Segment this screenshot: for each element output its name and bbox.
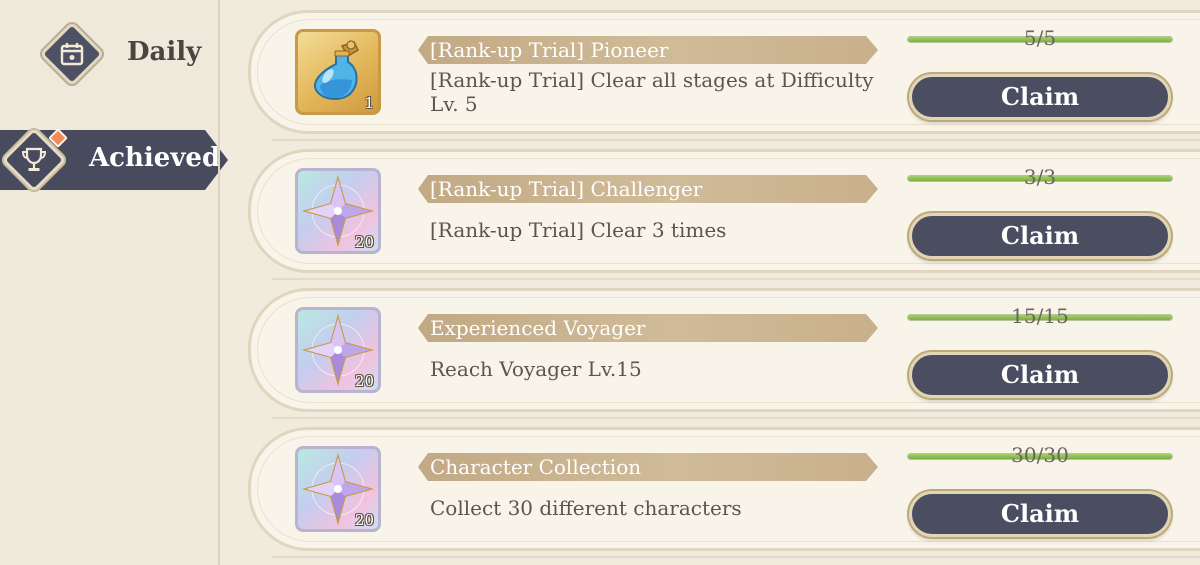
divider (272, 139, 1200, 141)
claim-button[interactable]: Claim (909, 352, 1171, 398)
divider (272, 278, 1200, 280)
reward-item[interactable]: 1 (295, 29, 381, 115)
achievement-description: Collect 30 different characters (430, 496, 742, 520)
achievement-description: [Rank-up Trial] Clear all stages at Diff… (430, 68, 874, 116)
progress-text: 15/15 (1011, 304, 1069, 328)
trophy-icon (21, 147, 47, 171)
achievement-card: 20 Experienced Voyager Reach Voyager Lv.… (248, 288, 1200, 412)
achievement-title: [Rank-up Trial] Pioneer (430, 38, 669, 62)
claim-button[interactable]: Claim (909, 213, 1171, 259)
sidebar-divider (218, 0, 220, 565)
claim-button[interactable]: Claim (909, 74, 1171, 120)
tab-daily-label: Daily (127, 37, 202, 67)
achievement-description: Reach Voyager Lv.15 (430, 357, 642, 381)
progress-text: 5/5 (1023, 26, 1057, 50)
achievement-card: 20 Character Collection Collect 30 diffe… (248, 427, 1200, 551)
reward-quantity: 20 (354, 233, 374, 251)
progress-text: 30/30 (1011, 443, 1069, 467)
achievement-card: 20 [Rank-up Trial] Challenger [Rank-up T… (248, 149, 1200, 273)
tab-achieved-label: Achieved (89, 143, 221, 173)
achievement-description: [Rank-up Trial] Clear 3 times (430, 218, 727, 242)
tab-daily[interactable]: Daily (0, 18, 218, 90)
reward-quantity: 20 (354, 511, 374, 529)
sidebar: Daily Achieved (0, 0, 228, 565)
reward-quantity: 1 (364, 94, 374, 112)
calendar-icon (60, 43, 84, 66)
divider (272, 556, 1200, 558)
achievement-title: Experienced Voyager (430, 316, 646, 340)
progress-text: 3/3 (1023, 165, 1057, 189)
achievement-list: 1 [Rank-up Trial] Pioneer [Rank-up Trial… (240, 0, 1200, 565)
claim-button[interactable]: Claim (909, 491, 1171, 537)
reward-item[interactable]: 20 (295, 446, 381, 532)
achievement-title: Character Collection (430, 455, 642, 479)
achievement-card: 1 [Rank-up Trial] Pioneer [Rank-up Trial… (248, 10, 1200, 134)
reward-item[interactable]: 20 (295, 168, 381, 254)
reward-item[interactable]: 20 (295, 307, 381, 393)
tab-achieved[interactable]: Achieved (0, 127, 232, 193)
achievement-title: [Rank-up Trial] Challenger (430, 177, 703, 201)
reward-quantity: 20 (354, 372, 374, 390)
divider (272, 417, 1200, 419)
